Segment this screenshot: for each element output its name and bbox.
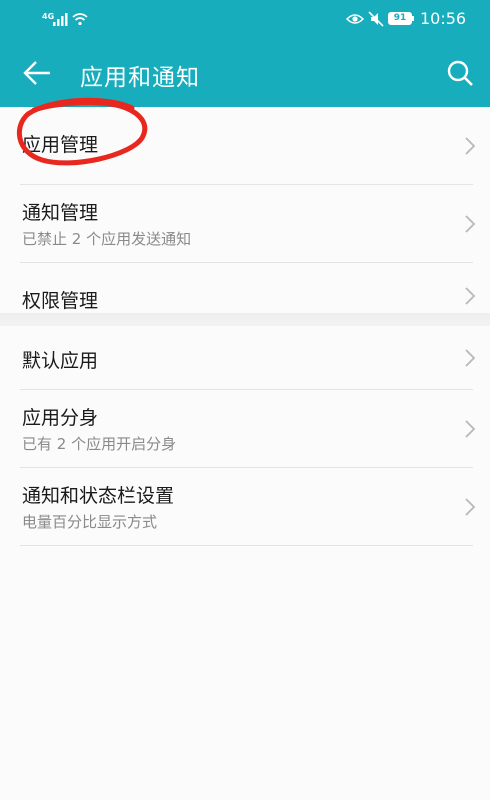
menu-item-subtitle: 电量百分比显示方式 (22, 513, 158, 531)
arrow-left-icon[interactable] (22, 60, 52, 86)
mute-icon (368, 11, 384, 27)
menu-item-title: 权限管理 (22, 290, 99, 312)
divider (20, 545, 473, 546)
menu-item-title: 应用分身 (22, 407, 99, 429)
menu-item-notification-status-bar[interactable]: 通知和状态栏设置 电量百分比显示方式 (0, 468, 490, 546)
battery-tip (412, 16, 414, 21)
chevron-right-icon (465, 498, 476, 516)
settings-group-1: 应用管理 通知管理 已禁止 2 个应用发送通知 权限管理 (0, 107, 490, 325)
battery-level: 91 (388, 12, 412, 25)
section-gap (0, 313, 490, 326)
chevron-right-icon (465, 349, 476, 367)
menu-item-title: 通知管理 (22, 202, 99, 224)
menu-item-title: 通知和状态栏设置 (22, 485, 175, 507)
menu-item-app-management[interactable]: 应用管理 (0, 107, 490, 185)
chevron-right-icon (465, 287, 476, 305)
menu-item-default-apps[interactable]: 默认应用 (0, 326, 490, 390)
signal-icon (53, 13, 68, 26)
menu-item-subtitle: 已有 2 个应用开启分身 (22, 435, 177, 453)
search-icon[interactable] (446, 59, 474, 87)
chevron-right-icon (465, 137, 476, 155)
menu-item-app-twin[interactable]: 应用分身 已有 2 个应用开启分身 (0, 390, 490, 468)
app-bar: 4G 91 10:56 应用和通知 (0, 0, 490, 107)
chevron-right-icon (465, 215, 476, 233)
status-bar: 4G 91 10:56 (0, 0, 490, 40)
status-time: 10:56 (420, 9, 467, 28)
eye-comfort-icon (346, 14, 364, 24)
wifi-icon (72, 13, 88, 26)
menu-item-notification-management[interactable]: 通知管理 已禁止 2 个应用发送通知 (0, 185, 490, 263)
menu-item-subtitle: 已禁止 2 个应用发送通知 (22, 230, 192, 248)
menu-item-title: 应用管理 (22, 134, 99, 156)
settings-group-2: 默认应用 应用分身 已有 2 个应用开启分身 通知和状态栏设置 电量百分比显示方… (0, 326, 490, 546)
chevron-right-icon (465, 420, 476, 438)
page-title: 应用和通知 (80, 65, 200, 91)
menu-item-title: 默认应用 (22, 350, 99, 372)
